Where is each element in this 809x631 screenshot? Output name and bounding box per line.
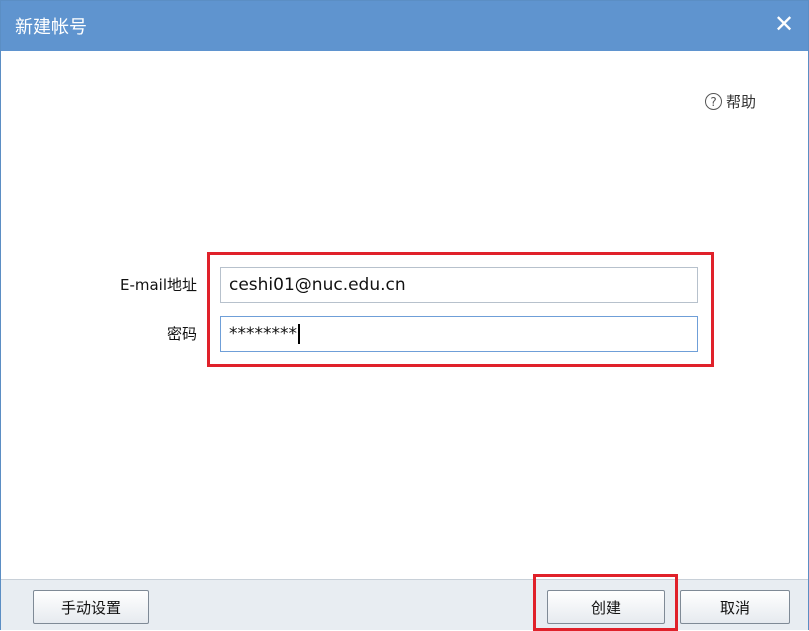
question-circle-icon: ? — [705, 93, 722, 110]
cancel-button[interactable]: 取消 — [680, 590, 790, 624]
title-bar: 新建帐号 ✕ — [1, 1, 808, 51]
email-label: E-mail地址 — [119, 276, 197, 294]
manual-setup-button[interactable]: 手动设置 — [33, 590, 149, 624]
help-link[interactable]: ? 帮助 — [705, 91, 756, 112]
dialog-title: 新建帐号 — [15, 17, 87, 38]
password-label: 密码 — [166, 325, 197, 343]
highlight-box-fields — [207, 252, 714, 367]
help-label: 帮助 — [726, 93, 757, 111]
new-account-dialog: 新建帐号 ✕ ? 帮助 E-mail地址 ceshi01@nuc.edu.cn … — [0, 0, 809, 631]
close-icon[interactable]: ✕ — [770, 11, 798, 39]
highlight-box-create — [533, 574, 678, 631]
